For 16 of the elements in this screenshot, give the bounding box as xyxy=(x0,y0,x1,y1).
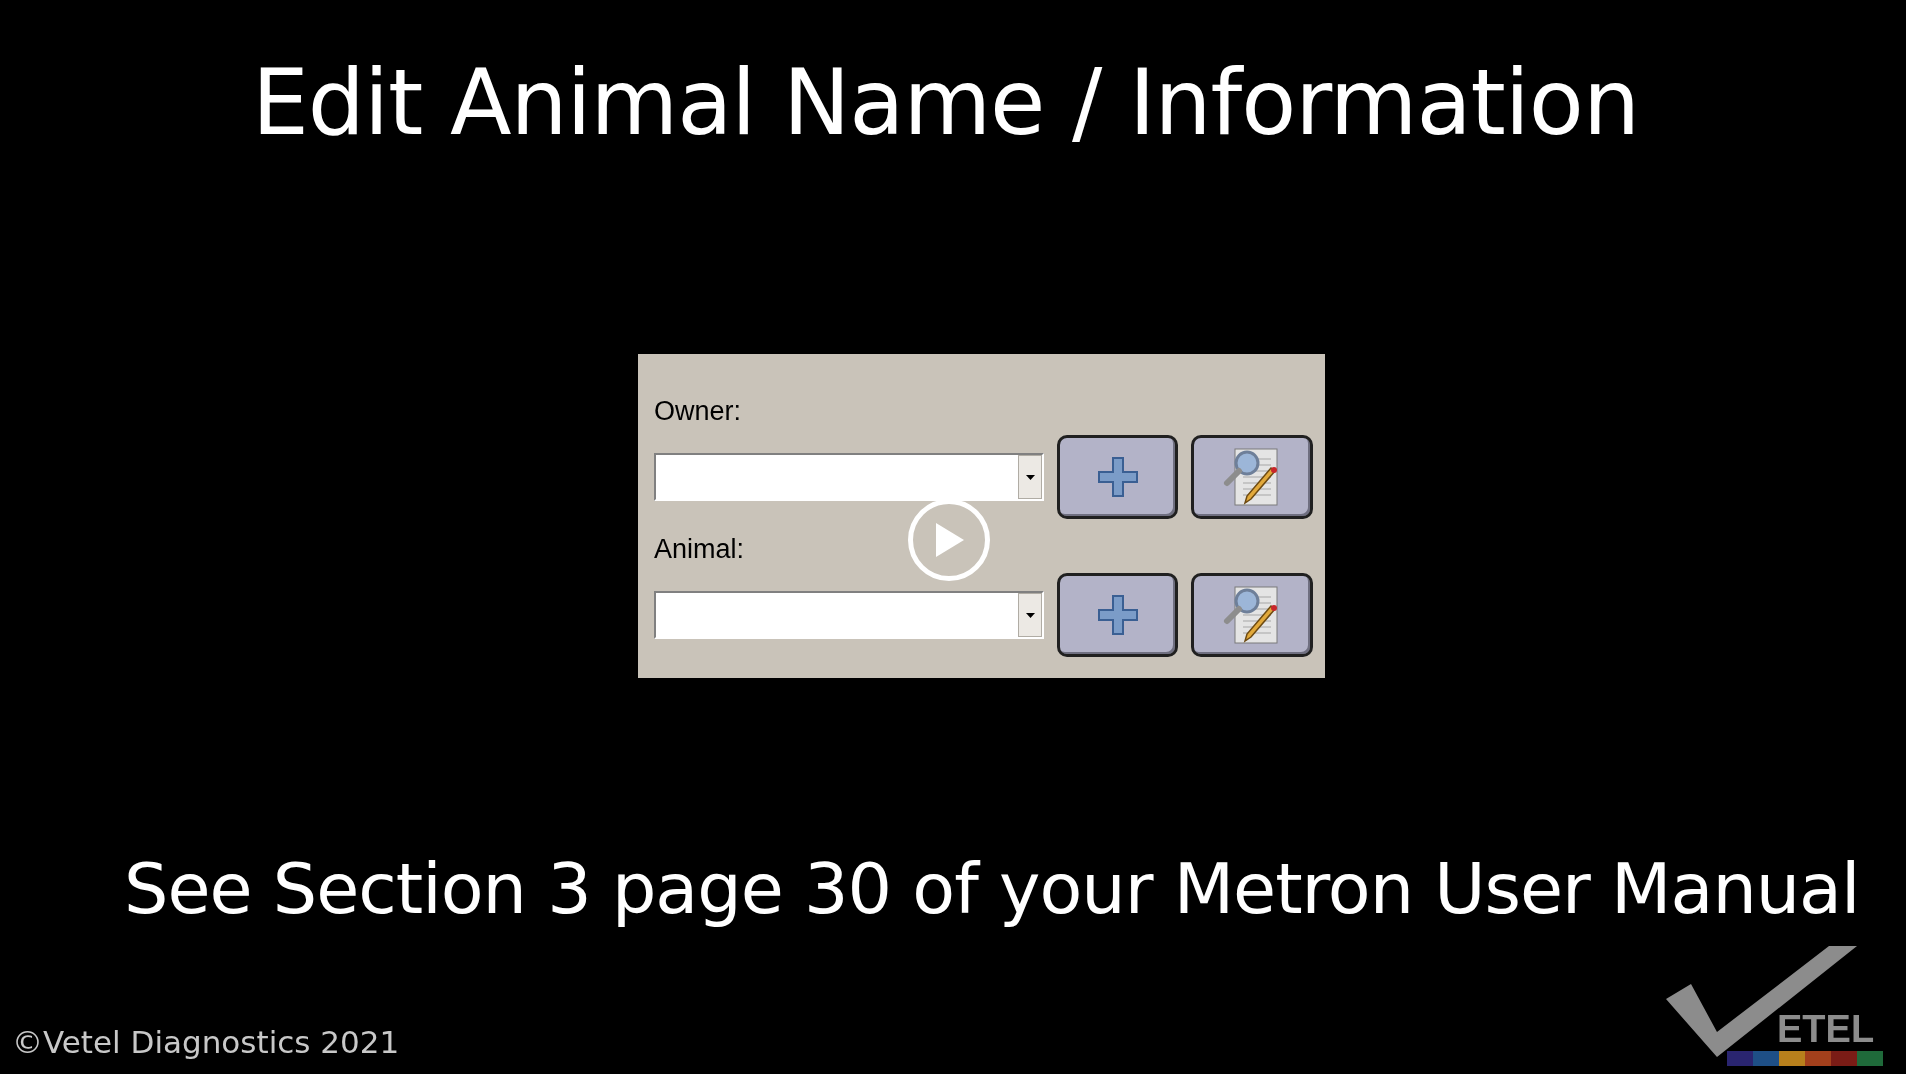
field-label: Animal: xyxy=(654,536,745,563)
dropdown-field[interactable] xyxy=(654,591,1044,639)
edit-button[interactable] xyxy=(1191,435,1313,519)
dropdown-field[interactable] xyxy=(654,453,1044,501)
caret-icon xyxy=(1025,474,1035,480)
dropdown-arrow-button[interactable] xyxy=(1018,593,1042,637)
plus-icon xyxy=(1095,593,1140,637)
dropdown-arrow-button[interactable] xyxy=(1018,455,1042,499)
add-button[interactable] xyxy=(1057,435,1178,519)
field-label: Owner: xyxy=(654,398,742,425)
plus-icon xyxy=(1095,455,1140,499)
copyright-text: ©Vetel Diagnostics 2021 xyxy=(12,1027,400,1058)
add-button[interactable] xyxy=(1057,573,1178,657)
edit-button[interactable] xyxy=(1191,573,1313,657)
caret-icon xyxy=(1025,612,1035,618)
slide-title: Edit Animal Name / Information xyxy=(252,58,1639,148)
